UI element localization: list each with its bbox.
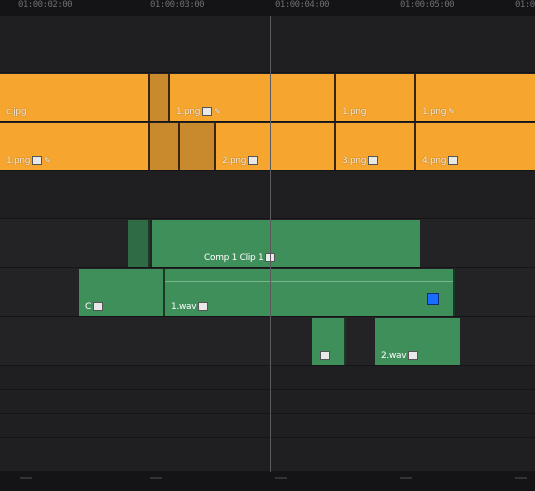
clip-name: Comp 1 Clip 1 (204, 253, 264, 263)
scroll-tick (20, 477, 32, 479)
clip-name: 1.png (422, 107, 447, 117)
clip-label: 1.png (342, 107, 367, 117)
video-track-2[interactable]: 1.png ✎ 2.png 3.png 4.png (0, 122, 535, 171)
clip-name: 3.png (342, 156, 367, 166)
scroll-tick (275, 477, 287, 479)
fx-badge-icon (92, 302, 103, 311)
audio-track-3[interactable]: 2.wav (0, 317, 535, 366)
video-clip[interactable]: 1.png (336, 74, 416, 121)
clip-label: 2.png (222, 156, 259, 166)
clip-label: 3.png (342, 156, 379, 166)
video-clip[interactable]: c.jpg (0, 74, 150, 121)
clip-label: 1.png ✎ (176, 107, 221, 117)
fx-badge-icon (368, 156, 379, 165)
video-clip[interactable]: 1.png ✎ (170, 74, 336, 121)
pen-icon: ✎ (448, 107, 455, 116)
clip-label: Comp 1 Clip 1 (204, 253, 276, 263)
track-empty (0, 171, 535, 219)
playhead[interactable] (270, 16, 271, 472)
audio-clip[interactable]: 1.wav (165, 269, 455, 316)
clip-label: C (85, 302, 103, 312)
video-clip[interactable]: 4.png (416, 123, 535, 170)
audio-track-1[interactable]: Comp 1 Clip 1 (0, 219, 535, 268)
scroll-tick (400, 477, 412, 479)
clip-name: 2.png (222, 156, 247, 166)
video-clip[interactable]: 2.png (216, 123, 336, 170)
clip-label: 1.png ✎ (422, 107, 455, 117)
fx-badge-icon (320, 351, 330, 360)
fx-badge-icon (448, 156, 459, 165)
ruler-tick: 01:00:04:00 (275, 0, 330, 10)
clip-label (318, 351, 330, 361)
clip-name: 1.png (176, 107, 201, 117)
fx-badge-icon (32, 156, 43, 165)
track-empty (0, 16, 535, 73)
ruler-tick: 01:00 (515, 0, 535, 10)
scroll-tick (150, 477, 162, 479)
marker-icon[interactable] (427, 293, 439, 305)
pen-icon: ✎ (214, 107, 221, 116)
timeline-ruler[interactable]: 01:00:02:00 01:00:03:00 01:00:04:00 01:0… (0, 0, 535, 16)
audio-waveform (165, 281, 453, 282)
video-clip[interactable]: 1.png ✎ (0, 123, 150, 170)
ruler-tick: 01:00:05:00 (400, 0, 455, 10)
clip-label: 2.wav (381, 351, 419, 361)
clip-name: 1.png (6, 156, 31, 166)
audio-clip[interactable]: C (79, 269, 165, 316)
clip-label: 1.wav (171, 302, 209, 312)
ruler-tick: 01:00:02:00 (18, 0, 73, 10)
track-empty (0, 390, 535, 414)
fx-badge-icon (198, 302, 209, 311)
video-transition[interactable] (180, 123, 216, 170)
video-clip[interactable]: 1.png ✎ (416, 74, 535, 121)
clip-name: 4.png (422, 156, 447, 166)
video-track-1[interactable]: c.jpg 1.png ✎ 1.png 1.png ✎ (0, 73, 535, 122)
clip-label: 4.png (422, 156, 459, 166)
clip-label: c.jpg (6, 107, 27, 117)
timeline-area[interactable]: c.jpg 1.png ✎ 1.png 1.png ✎ 1.png ✎ 2.png 3… (0, 16, 535, 472)
video-transition[interactable] (150, 74, 170, 121)
pen-icon: ✎ (44, 156, 51, 165)
audio-clip[interactable]: Comp 1 Clip 1 (152, 220, 420, 267)
clip-name: 1.wav (171, 302, 197, 312)
scroll-tick (515, 477, 527, 479)
clip-name: 2.wav (381, 351, 407, 361)
clip-label: 1.png ✎ (6, 156, 51, 166)
ruler-tick: 01:00:03:00 (150, 0, 205, 10)
video-clip[interactable]: 3.png (336, 123, 416, 170)
track-empty (0, 366, 535, 390)
fx-badge-icon (248, 156, 259, 165)
track-empty (0, 414, 535, 438)
audio-track-2[interactable]: C 1.wav (0, 268, 535, 317)
fx-badge-icon (408, 351, 419, 360)
video-transition[interactable] (150, 123, 180, 170)
clip-name: C (85, 302, 91, 312)
fx-badge-icon (202, 107, 213, 116)
audio-clip[interactable]: 2.wav (375, 318, 460, 365)
track-empty (0, 438, 535, 472)
audio-clip[interactable] (128, 220, 150, 267)
audio-clip[interactable] (312, 318, 346, 365)
horizontal-scrollbar[interactable] (0, 472, 535, 491)
